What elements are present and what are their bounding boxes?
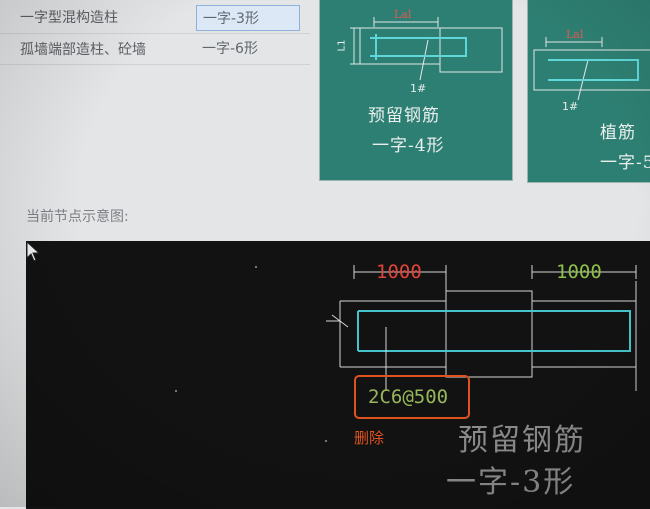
preview-caption-line1: 预留钢筋 xyxy=(458,423,586,458)
node-thumbnail-5[interactable]: Lal 1# 植筋 一字-5 xyxy=(528,0,650,182)
rule-label: 一字型混构造柱 xyxy=(20,10,118,26)
rebar-spec-label[interactable]: 2C6@500 xyxy=(354,375,470,419)
row-divider xyxy=(0,33,310,34)
rule-row-2[interactable]: 孤墙端部造柱、砼墙 一字-6形 xyxy=(0,36,305,60)
marker-label: 1# xyxy=(410,82,427,95)
rule-value-selected[interactable]: 一字-3形 xyxy=(196,5,300,31)
thumbnail-caption-line1: 植筋 xyxy=(600,123,636,143)
rule-value[interactable]: 一字-6形 xyxy=(196,36,300,62)
thumbnail-caption-line2: 一字-4形 xyxy=(372,136,445,156)
dimension-left-label: 1000 xyxy=(376,261,422,283)
dim-label: Lal xyxy=(566,28,584,41)
mouse-pointer-icon xyxy=(26,241,41,262)
preview-caption-line2: 一字-3形 xyxy=(446,465,576,500)
side-label: L1 xyxy=(336,39,348,52)
rule-row-1[interactable]: 一字型混构造柱 一字-3形 xyxy=(0,4,305,31)
thumbnail-caption-line1: 预留钢筋 xyxy=(368,106,440,126)
rule-label: 孤墙端部造柱、砼墙 xyxy=(20,42,146,58)
marker-label: 1# xyxy=(562,100,579,113)
node-preview: 1000 1000 2C6@500 删除 预留钢筋 一字-3形 xyxy=(26,241,650,509)
thumbnail-caption-line2: 一字-5 xyxy=(600,153,650,173)
dimension-right-label: 1000 xyxy=(556,261,602,283)
row-divider xyxy=(0,64,310,65)
rules-table: 一字型混构造柱 一字-3形 孤墙端部造柱、砼墙 一字-6形 xyxy=(0,0,310,66)
dim-label: Lal xyxy=(394,8,412,21)
section-label: 当前节点示意图: xyxy=(26,209,129,225)
delete-button[interactable]: 删除 xyxy=(354,427,384,448)
node-thumbnail-4[interactable]: Lal L1 1# 预留钢筋 一字-4形 xyxy=(320,0,512,180)
